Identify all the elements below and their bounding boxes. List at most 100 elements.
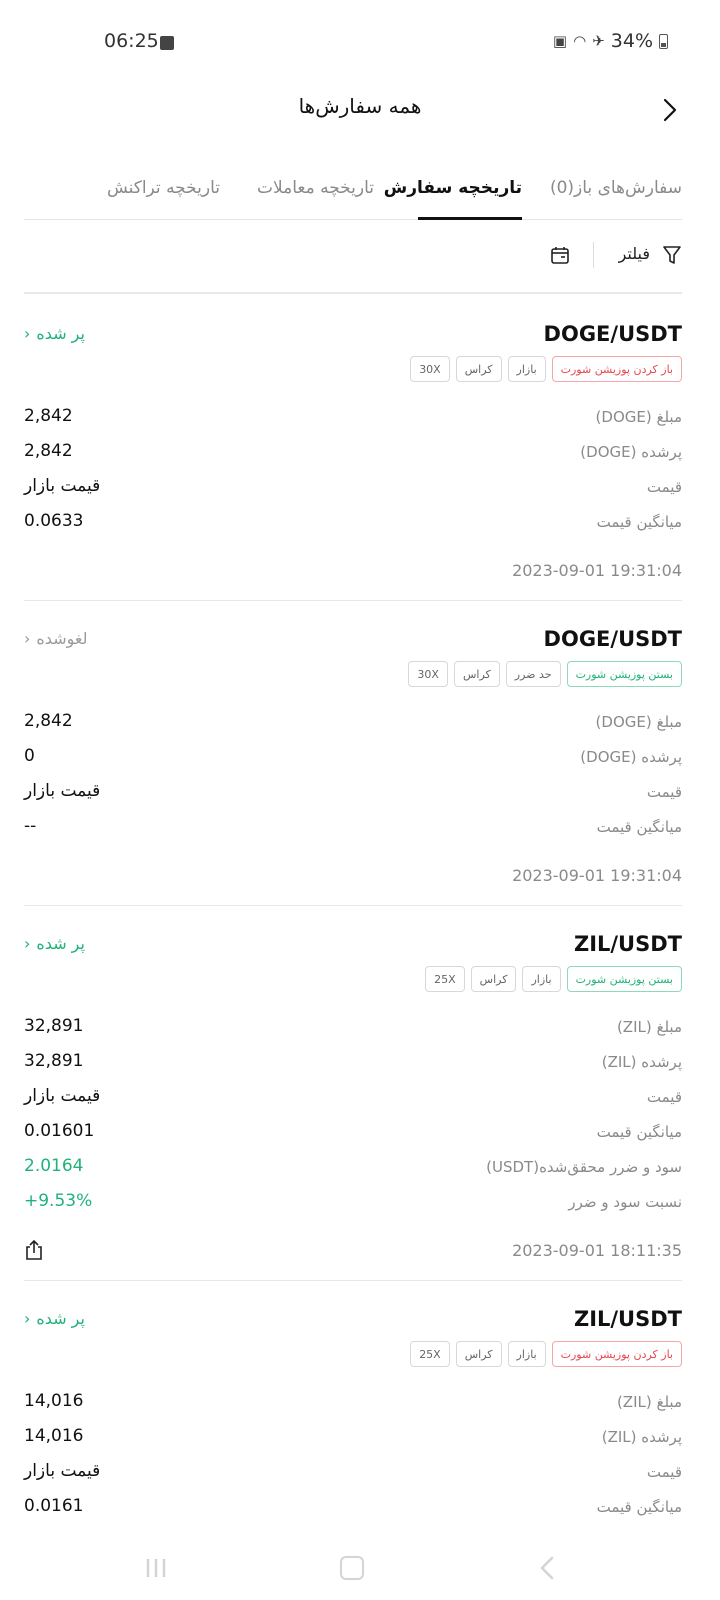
order-card[interactable]: DOGE/USDT پر شده ‹ باز کردن پوزیشن شورت بازا… <box>24 296 682 601</box>
status-time: 06:25 <box>104 30 159 52</box>
detail-row: قیمت قیمت بازار <box>24 777 682 812</box>
recent-apps-icon[interactable] <box>144 1556 168 1580</box>
order-type-tag: حد ضرر <box>505 661 561 687</box>
order-status-link[interactable]: پر شده ‹ <box>24 324 85 343</box>
home-icon[interactable] <box>340 1556 364 1580</box>
detail-label: میانگین قیمت <box>596 513 682 531</box>
detail-row: میانگین قیمت 0.0633 <box>24 507 682 542</box>
order-details: مبلغ (ZIL) 32,891 پرشده (ZIL) 32,891 قیمت قیم… <box>24 1012 682 1222</box>
battery-icon <box>659 33 668 49</box>
detail-value: 0.0161 <box>24 1496 84 1516</box>
airplane-mode-icon: ✈ <box>592 32 605 50</box>
orders-list: DOGE/USDT پر شده ‹ باز کردن پوزیشن شورت بازا… <box>24 296 682 1581</box>
detail-label: میانگین قیمت <box>596 1498 682 1516</box>
detail-label: مبلغ (DOGE) <box>595 408 682 426</box>
detail-row: پرشده (ZIL) 14,016 <box>24 1422 682 1457</box>
battery-saver-icon: ▣ <box>552 32 568 50</box>
position-side-tag: بستن پوزیشن شورت <box>566 661 682 687</box>
detail-label: سود و ضرر محقق‌شده(USDT) <box>486 1158 682 1176</box>
detail-value: 0.0633 <box>24 511 84 531</box>
order-pair: DOGE/USDT <box>543 322 682 346</box>
detail-value: -- <box>24 816 37 836</box>
detail-value: +9.53% <box>24 1191 93 1211</box>
share-icon[interactable] <box>24 1239 44 1261</box>
filter-bar: فیلتر <box>24 238 682 274</box>
leverage-tag: 30X <box>410 356 450 382</box>
detail-value: 2,842 <box>24 406 73 426</box>
order-timestamp: 2023-09-01 19:31:04 <box>512 866 682 885</box>
position-side-tag: باز کردن پوزیشن شورت <box>551 356 682 382</box>
order-status-link[interactable]: لغوشده ‹ <box>24 629 87 648</box>
detail-row: سود و ضرر محقق‌شده(USDT) 2.0164 <box>24 1152 682 1187</box>
order-timestamp: 2023-09-01 19:31:04 <box>512 561 682 580</box>
tab-open-orders[interactable]: سفارش‌های باز(0) <box>550 178 682 198</box>
detail-value: 14,016 <box>24 1391 84 1411</box>
detail-label: مبلغ (ZIL) <box>616 1018 682 1036</box>
detail-row: نسبت سود و ضرر +9.53% <box>24 1187 682 1222</box>
order-card[interactable]: DOGE/USDT لغوشده ‹ بستن پوزیشن شورت حد ضرر کر… <box>24 601 682 906</box>
detail-value: 2.0164 <box>24 1156 84 1176</box>
detail-label: پرشده (ZIL) <box>601 1428 682 1446</box>
detail-row: پرشده (DOGE) 0 <box>24 742 682 777</box>
detail-label: مبلغ (DOGE) <box>595 713 682 731</box>
position-side-tag: باز کردن پوزیشن شورت <box>551 1341 682 1367</box>
detail-value: 0.01601 <box>24 1121 95 1141</box>
order-pair: ZIL/USDT <box>573 932 682 956</box>
order-status-label: پر شده <box>36 934 85 953</box>
leverage-tag: 30X <box>408 661 448 687</box>
status-bar: 06:25 ▣ ◠ ✈ 34% <box>0 0 720 86</box>
detail-value: 14,016 <box>24 1426 84 1446</box>
detail-row: میانگین قیمت -- <box>24 812 682 847</box>
detail-label: قیمت <box>646 783 682 801</box>
order-type-tag: کراس <box>455 1341 502 1367</box>
detail-label: پرشده (DOGE) <box>580 748 682 766</box>
detail-label: پرشده (DOGE) <box>580 443 682 461</box>
header: همه سفارش‌ها <box>0 86 720 156</box>
order-status-link[interactable]: پر شده ‹ <box>24 1309 85 1328</box>
detail-label: مبلغ (ZIL) <box>616 1393 682 1411</box>
order-details: مبلغ (ZIL) 14,016 پرشده (ZIL) 14,016 قیمت قیم… <box>24 1387 682 1527</box>
order-tags: بستن پوزیشن شورت بازار کراس 25X <box>425 966 682 992</box>
order-status-label: پر شده <box>36 324 85 343</box>
detail-label: قیمت <box>646 1088 682 1106</box>
leverage-tag: 25X <box>410 1341 450 1367</box>
divider <box>593 242 594 268</box>
tab-order-history[interactable]: تاریخچه سفارش <box>384 178 522 198</box>
calendar-icon[interactable] <box>550 245 570 265</box>
detail-row: پرشده (ZIL) 32,891 <box>24 1047 682 1082</box>
detail-row: میانگین قیمت 0.0161 <box>24 1492 682 1527</box>
detail-value: 32,891 <box>24 1051 84 1071</box>
order-type-tag: بازار <box>507 356 546 382</box>
section-divider <box>24 292 682 294</box>
detail-row: قیمت قیمت بازار <box>24 1457 682 1492</box>
order-tags: باز کردن پوزیشن شورت بازار کراس 30X <box>410 356 682 382</box>
tab-transaction-history[interactable]: تاریخچه تراکنش <box>107 178 220 198</box>
detail-value: قیمت بازار <box>24 781 101 801</box>
filter-button[interactable]: فیلتر <box>619 244 650 263</box>
detail-row: قیمت قیمت بازار <box>24 1082 682 1117</box>
detail-label: پرشده (ZIL) <box>601 1053 682 1071</box>
detail-row: قیمت قیمت بازار <box>24 472 682 507</box>
system-nav-bar <box>0 1536 720 1600</box>
gallery-notification-icon <box>160 36 174 50</box>
chevron-left-icon: ‹ <box>24 629 31 648</box>
back-chevron-icon[interactable] <box>660 96 680 124</box>
chevron-left-icon: ‹ <box>24 934 31 953</box>
detail-label: نسبت سود و ضرر <box>568 1193 682 1211</box>
order-card[interactable]: ZIL/USDT پر شده ‹ بستن پوزیشن شورت بازار کراس… <box>24 906 682 1281</box>
detail-row: مبلغ (DOGE) 2,842 <box>24 402 682 437</box>
detail-row: میانگین قیمت 0.01601 <box>24 1117 682 1152</box>
detail-label: میانگین قیمت <box>596 818 682 836</box>
order-status-link[interactable]: پر شده ‹ <box>24 934 85 953</box>
chevron-left-icon: ‹ <box>24 1309 31 1328</box>
filter-icon[interactable] <box>662 244 682 266</box>
position-side-tag: بستن پوزیشن شورت <box>566 966 682 992</box>
order-type-tag: بازار <box>522 966 561 992</box>
active-tab-indicator <box>418 217 522 220</box>
detail-row: مبلغ (ZIL) 32,891 <box>24 1012 682 1047</box>
page-title: همه سفارش‌ها <box>298 94 422 118</box>
nav-back-icon[interactable] <box>538 1554 556 1582</box>
order-timestamp: 2023-09-01 18:11:35 <box>512 1241 682 1260</box>
detail-row: مبلغ (DOGE) 2,842 <box>24 707 682 742</box>
tab-trade-history[interactable]: تاریخچه معاملات <box>257 178 374 198</box>
